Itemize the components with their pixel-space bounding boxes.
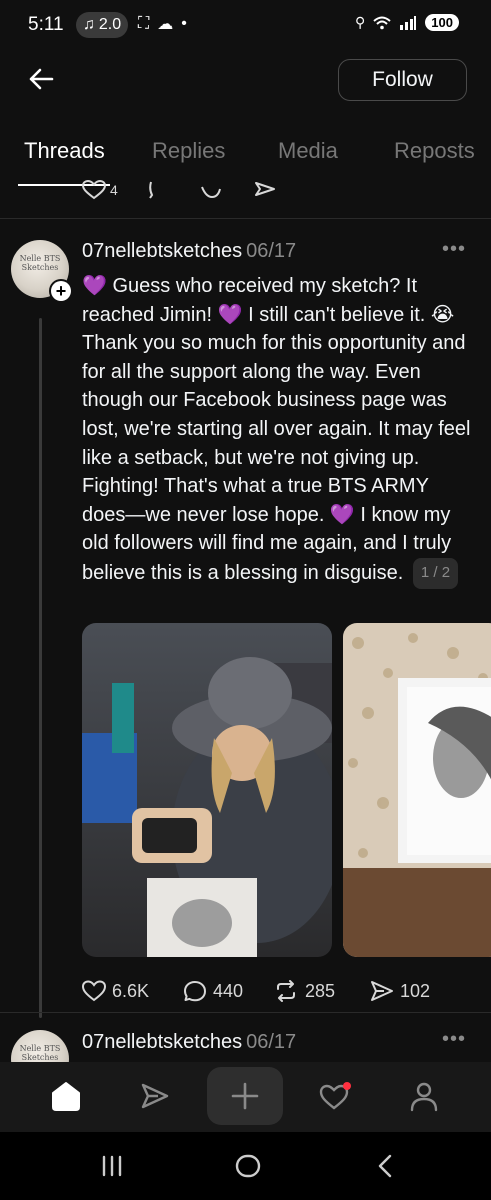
next-post-header: 07nellebtsketches 06/17 bbox=[82, 1031, 296, 1054]
tab-threads[interactable]: Threads bbox=[24, 138, 105, 164]
like-button[interactable]: 6.6K bbox=[82, 980, 149, 1002]
battery-indicator: 100 bbox=[425, 14, 459, 31]
follow-button[interactable]: Follow bbox=[338, 59, 467, 101]
system-back-icon[interactable] bbox=[366, 1150, 406, 1182]
prev-like-button[interactable]: 4 bbox=[82, 180, 118, 200]
repost-count: 285 bbox=[305, 980, 336, 1001]
share-button[interactable]: 102 bbox=[370, 980, 430, 1002]
post-username[interactable]: 07nellebtsketches bbox=[82, 240, 242, 262]
post-image-2[interactable] bbox=[343, 623, 491, 957]
location-icon: ⚲ bbox=[355, 14, 366, 30]
post-text: 💜 Guess who received my sketch? It reach… bbox=[82, 275, 471, 584]
recent-apps-icon[interactable] bbox=[92, 1150, 132, 1182]
music-badge: ♫ 2.0 bbox=[76, 12, 128, 38]
like-count: 6.6K bbox=[112, 980, 150, 1001]
back-button[interactable] bbox=[28, 66, 58, 96]
screenshot-icon: ⛶ bbox=[138, 15, 150, 32]
tab-media[interactable]: Media bbox=[278, 138, 338, 164]
plus-icon: + bbox=[51, 281, 71, 301]
follow-plus-badge[interactable]: + bbox=[49, 279, 73, 303]
thread-line bbox=[39, 318, 42, 1018]
new-post-button[interactable] bbox=[207, 1067, 283, 1125]
repost-icon[interactable] bbox=[200, 181, 224, 199]
photo-person-with-sketch bbox=[82, 623, 332, 957]
music-note-icon: ♫ bbox=[82, 16, 95, 33]
post-image-1[interactable] bbox=[82, 623, 332, 957]
more-options-icon[interactable]: ••• bbox=[442, 1028, 466, 1051]
share-icon bbox=[371, 981, 393, 1001]
status-icons-left: ⛶ ☁ • bbox=[138, 14, 187, 34]
home-icon[interactable] bbox=[48, 1078, 84, 1114]
status-icons-right: ⚲ 100 bbox=[355, 14, 459, 31]
home-circle-icon[interactable] bbox=[228, 1150, 268, 1182]
comment-icon bbox=[184, 981, 206, 1002]
comment-icon[interactable] bbox=[148, 181, 170, 199]
repost-button[interactable]: 285 bbox=[273, 980, 335, 1002]
post-divider-2 bbox=[0, 1012, 491, 1013]
send-icon[interactable] bbox=[137, 1078, 173, 1114]
post-date: 06/17 bbox=[246, 240, 297, 262]
status-bar: 5:11 ♫ 2.0 ⛶ ☁ • ⚲ 100 bbox=[0, 0, 491, 50]
next-post-date: 06/17 bbox=[246, 1031, 297, 1053]
heart-icon bbox=[82, 180, 106, 200]
repost-icon bbox=[277, 980, 295, 1002]
profile-icon[interactable] bbox=[406, 1078, 442, 1114]
post-body: 💜 Guess who received my sketch? It reach… bbox=[82, 272, 477, 589]
avatar-logo-text: Nelle BTS Sketches bbox=[19, 1044, 61, 1062]
activity-heart-icon[interactable] bbox=[317, 1078, 353, 1114]
weather-icon: ☁ bbox=[157, 16, 174, 33]
tab-replies[interactable]: Replies bbox=[152, 138, 225, 164]
dot-icon: • bbox=[181, 15, 187, 32]
arrow-left-icon bbox=[29, 68, 54, 90]
tab-reposts[interactable]: Reposts bbox=[394, 138, 475, 164]
avatar-logo-text: Nelle BTS Sketches bbox=[19, 254, 61, 272]
more-options-icon[interactable]: ••• bbox=[442, 238, 466, 261]
media-page-indicator: 1 / 2 bbox=[412, 557, 459, 589]
post-divider bbox=[0, 218, 491, 219]
plus-icon bbox=[231, 1082, 259, 1110]
photo-framed-sketch bbox=[343, 623, 491, 957]
next-post-username[interactable]: 07nellebtsketches bbox=[82, 1031, 242, 1053]
share-count: 102 bbox=[400, 980, 431, 1001]
prev-post-actions: 4 bbox=[82, 180, 276, 200]
prev-like-count: 4 bbox=[110, 182, 118, 198]
music-badge-label: 2.0 bbox=[98, 16, 122, 33]
status-time: 5:11 bbox=[28, 14, 64, 35]
reply-button[interactable]: 440 bbox=[183, 980, 243, 1002]
share-icon[interactable] bbox=[254, 181, 276, 199]
wifi-icon bbox=[373, 16, 391, 29]
signal-icon bbox=[400, 15, 417, 30]
reply-count: 440 bbox=[213, 980, 244, 1001]
heart-icon bbox=[82, 980, 106, 1002]
post-header: 07nellebtsketches 06/17 bbox=[82, 240, 296, 263]
